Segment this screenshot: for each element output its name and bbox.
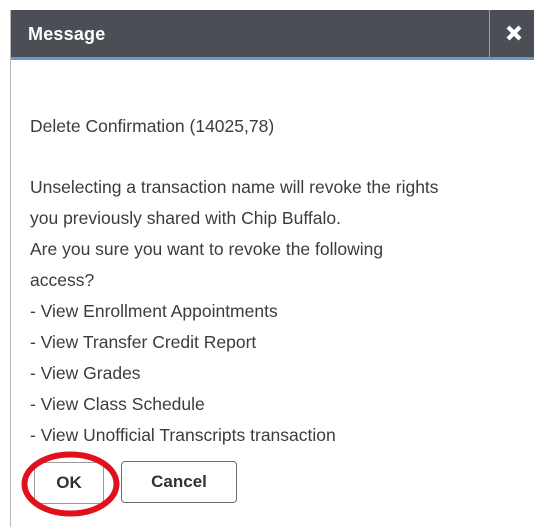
close-x-icon xyxy=(506,25,522,41)
close-button[interactable] xyxy=(490,10,534,57)
access-item: - View Grades xyxy=(30,363,141,383)
body-line: you previously shared with Chip Buffalo. xyxy=(30,208,341,228)
access-item: - View Unofficial Transcripts transactio… xyxy=(30,425,336,445)
body-line: access? xyxy=(30,270,95,290)
dialog-titlebar: Message xyxy=(11,10,534,60)
access-item: - View Transfer Credit Report xyxy=(30,332,257,352)
dialog-title: Message xyxy=(28,24,106,44)
body-line: Unselecting a transaction name will revo… xyxy=(30,177,439,197)
message-dialog: Message Delete Confirmation (14025,78) U… xyxy=(10,10,534,527)
ok-button[interactable]: OK xyxy=(34,462,104,504)
access-item: - View Class Schedule xyxy=(30,394,205,414)
cancel-button[interactable]: Cancel xyxy=(121,461,237,503)
body-line: Are you sure you want to revoke the foll… xyxy=(30,239,384,259)
confirmation-heading: Delete Confirmation (14025,78) xyxy=(30,116,275,136)
access-item: - View Enrollment Appointments xyxy=(30,301,278,321)
